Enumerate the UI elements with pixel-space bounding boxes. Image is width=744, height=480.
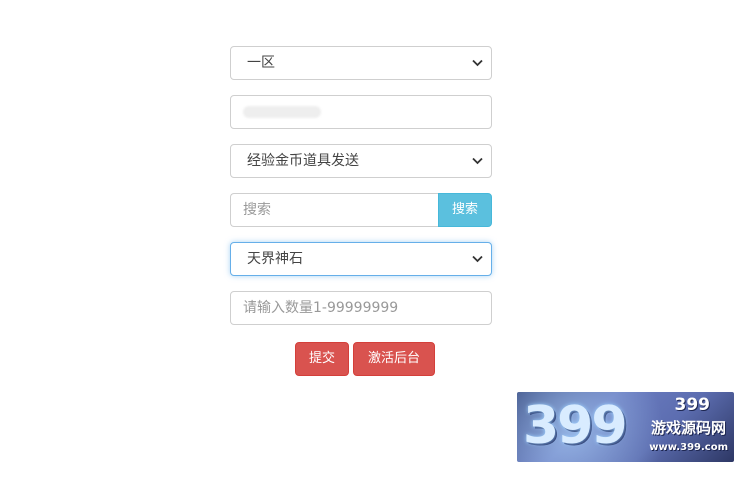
watermark-logo-number: 399	[523, 396, 628, 456]
search-button[interactable]: 搜索	[438, 193, 492, 227]
action-buttons: 提交 激活后台	[230, 342, 492, 376]
action-select-value: 经验金币道具发送	[247, 153, 359, 169]
item-select[interactable]: 天界神石	[230, 242, 492, 276]
server-select-value: 一区	[247, 55, 275, 71]
server-select[interactable]: 一区	[230, 46, 492, 80]
gm-form: 一区 经验金币道具发送 搜索 搜索 天界神石 请输入数量1-99999999 提…	[230, 46, 492, 376]
watermark-logo: 399 399 游戏源码网 www.399.com	[517, 392, 734, 462]
search-group: 搜索 搜索	[230, 193, 492, 227]
item-select-value: 天界神石	[247, 251, 303, 267]
watermark-url: www.399.com	[649, 442, 728, 453]
search-input[interactable]: 搜索	[230, 193, 438, 227]
chevron-down-icon	[471, 145, 483, 177]
chevron-down-icon	[471, 47, 483, 79]
submit-button[interactable]: 提交	[295, 342, 349, 376]
activate-backend-button[interactable]: 激活后台	[353, 342, 435, 376]
account-input-value	[243, 106, 321, 118]
quantity-input[interactable]: 请输入数量1-99999999	[230, 291, 492, 325]
watermark-site-name: 游戏源码网	[650, 419, 726, 437]
account-input[interactable]	[230, 95, 492, 129]
page: 一区 经验金币道具发送 搜索 搜索 天界神石 请输入数量1-99999999 提…	[0, 0, 744, 480]
action-select[interactable]: 经验金币道具发送	[230, 144, 492, 178]
watermark-small-number: 399	[674, 395, 711, 415]
chevron-down-icon	[471, 243, 483, 275]
